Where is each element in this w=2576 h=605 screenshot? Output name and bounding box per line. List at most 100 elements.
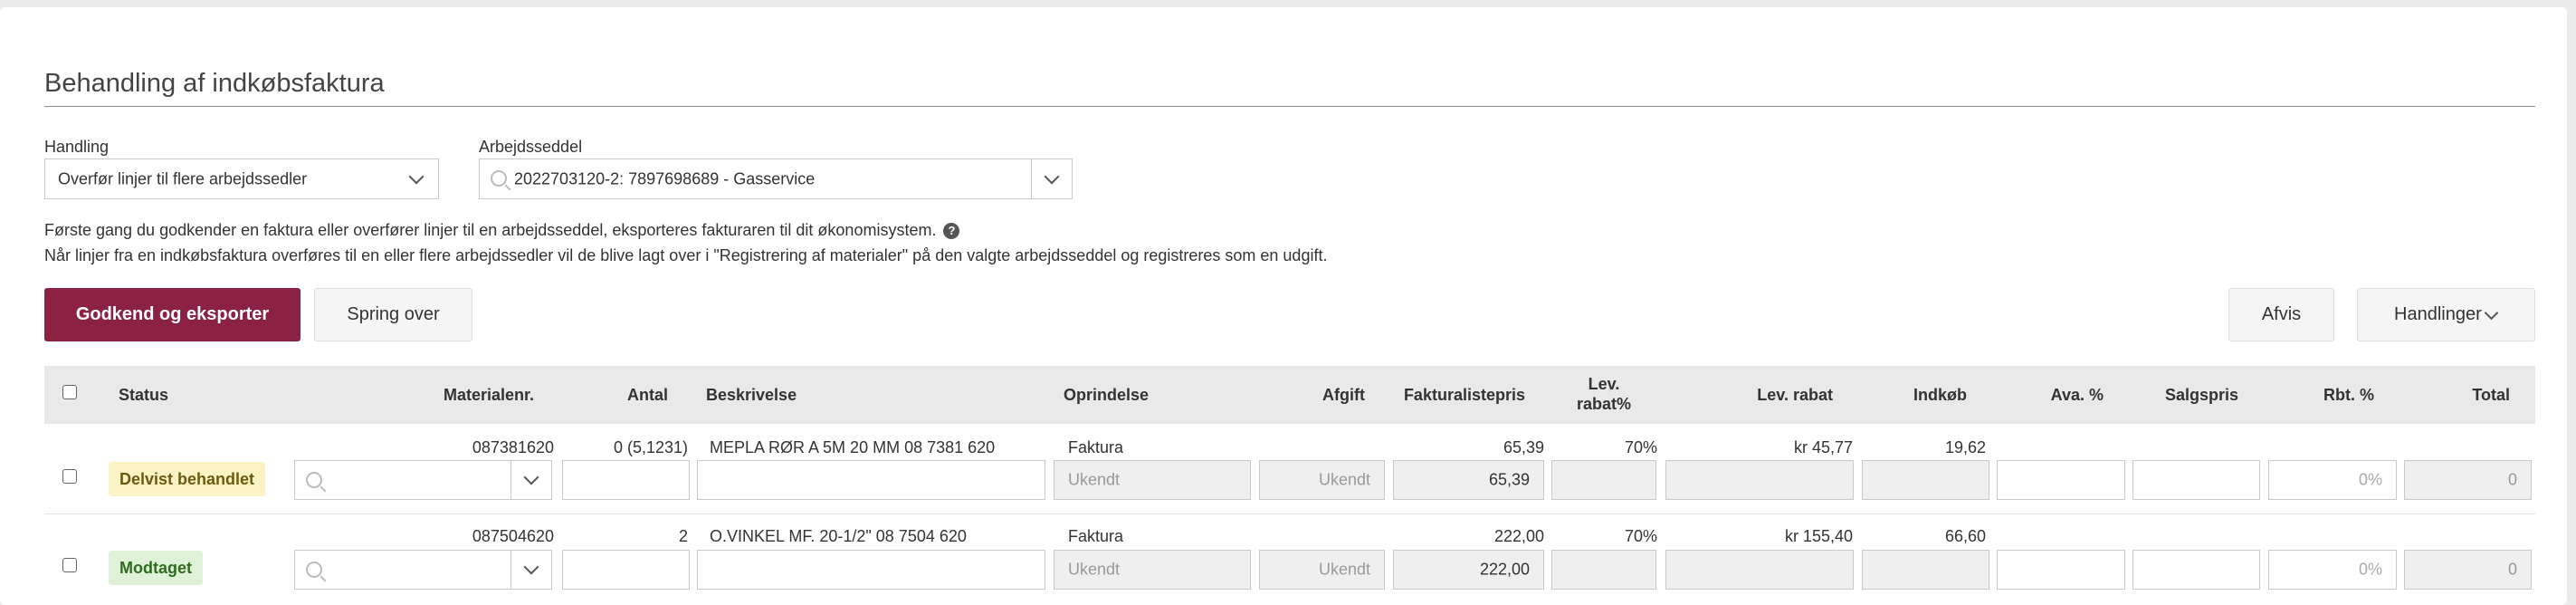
antal-input[interactable] <box>562 460 690 500</box>
cell-fakturalistepris: 222,00 <box>1493 527 1544 545</box>
lev-rabat-pct-input <box>1551 550 1656 590</box>
status-badge: Modtaget <box>109 551 203 585</box>
handling-label: Handling <box>44 138 110 156</box>
actions-button[interactable]: Handlinger <box>2357 288 2535 341</box>
afgift-input-value: Ukendt <box>1318 560 1370 579</box>
row-checkbox[interactable] <box>62 469 77 484</box>
material-search-combobox[interactable] <box>294 460 552 500</box>
select-all-checkbox[interactable] <box>62 385 77 399</box>
afgift-input-value: Ukendt <box>1318 470 1370 489</box>
antal-input[interactable] <box>562 550 690 590</box>
total-input: 0 <box>2404 460 2532 500</box>
col-beskrivelse: Beskrivelse <box>706 386 797 404</box>
handling-value: Overfør linjer til flere arbejdssedler <box>58 169 308 187</box>
combobox-divider <box>510 461 511 499</box>
cell-oprindelse: Faktura <box>1068 438 1124 456</box>
rbt-input[interactable]: 0% <box>2268 460 2397 500</box>
oprindelse-input: Ukendt <box>1054 460 1251 500</box>
chevron-down-icon[interactable] <box>523 469 539 485</box>
info-text-1: Første gang du godkender en faktura elle… <box>44 221 937 239</box>
combobox-divider <box>510 551 511 589</box>
afgift-input: Ukendt <box>1259 460 1385 500</box>
col-fakturalistepris: Fakturalistepris <box>1403 386 1525 404</box>
lev-rabat-input <box>1665 550 1854 590</box>
arbejdsseddel-value: 2022703120-2: 7897698689 - Gasservice <box>514 169 816 187</box>
info-line-1: Første gang du godkender en faktura elle… <box>44 221 960 240</box>
col-materialenr: Materialenr. <box>443 386 534 404</box>
col-salgspris: Salgspris <box>2164 386 2238 404</box>
oprindelse-input-value: Ukendt <box>1068 560 1121 579</box>
cell-materialenr: 087504620 <box>472 527 554 545</box>
cell-lev-rabat-pct: 70% <box>1624 527 1657 545</box>
page-title: Behandling af indkøbsfaktura <box>44 69 385 98</box>
fakturalistepris-input-value: 65,39 <box>1488 470 1530 489</box>
col-lev-rabat-pct-line1: Lev. <box>1588 375 1620 393</box>
col-indkob: Indkøb <box>1913 386 1967 404</box>
cell-indkob: 19,62 <box>1944 438 1986 456</box>
col-total: Total <box>2472 386 2510 404</box>
chevron-down-icon <box>2484 305 2499 321</box>
salgspris-input[interactable] <box>2132 550 2260 590</box>
row-checkbox[interactable] <box>62 558 77 572</box>
indkob-input <box>1862 460 1989 500</box>
rbt-input[interactable]: 0% <box>2268 550 2397 590</box>
col-rbt: Rbt. % <box>2323 386 2374 404</box>
chevron-down-icon <box>408 168 425 185</box>
cell-lev-rabat: kr 155,40 <box>1784 527 1853 545</box>
chevron-down-icon[interactable] <box>523 559 539 575</box>
search-icon <box>306 562 322 578</box>
search-icon <box>491 170 507 187</box>
cell-indkob: 66,60 <box>1944 527 1986 545</box>
afgift-input: Ukendt <box>1259 550 1385 590</box>
approve-export-button[interactable]: Godkend og eksporter <box>44 288 301 341</box>
cell-oprindelse: Faktura <box>1068 527 1124 545</box>
ava-input[interactable] <box>1997 460 2125 500</box>
actions-label: Handlinger <box>2394 304 2482 324</box>
col-lev-rabat-pct: Lev. rabat% <box>1550 374 1658 414</box>
chevron-down-icon[interactable] <box>1044 168 1060 185</box>
handling-select[interactable]: Overfør linjer til flere arbejdssedler <box>44 158 439 199</box>
fakturalistepris-input-value: 222,00 <box>1479 560 1530 579</box>
col-lev-rabat: Lev. rabat <box>1757 386 1833 404</box>
col-afgift: Afgift <box>1322 386 1365 404</box>
total-input: 0 <box>2404 550 2532 590</box>
cell-beskrivelse: O.VINKEL MF. 20-1/2" 08 7504 620 <box>710 527 967 545</box>
search-icon <box>306 472 322 488</box>
lev-rabat-input <box>1665 460 1854 500</box>
material-search-combobox[interactable] <box>294 550 552 590</box>
cell-lev-rabat: kr 45,77 <box>1793 438 1853 456</box>
cell-antal: 0 (5,1231) <box>613 438 688 456</box>
reject-button[interactable]: Afvis <box>2228 288 2334 341</box>
col-ava: Ava. % <box>2050 386 2104 404</box>
title-divider <box>44 106 2535 107</box>
help-icon[interactable]: ? <box>943 223 960 239</box>
table-header <box>44 366 2535 424</box>
fakturalistepris-input: 222,00 <box>1393 550 1544 590</box>
indkob-input <box>1862 550 1989 590</box>
rbt-input-value: 0% <box>2358 470 2382 489</box>
info-line-2: Når linjer fra en indkøbsfaktura overfør… <box>44 246 1328 264</box>
lev-rabat-pct-input <box>1551 460 1656 500</box>
rbt-input-value: 0% <box>2358 560 2382 579</box>
combobox-divider <box>1031 159 1032 198</box>
fakturalistepris-input: 65,39 <box>1393 460 1544 500</box>
cell-materialenr: 087381620 <box>472 438 554 456</box>
col-lev-rabat-pct-line2: rabat% <box>1576 395 1632 413</box>
col-antal: Antal <box>627 386 668 404</box>
cell-antal: 2 <box>678 527 688 545</box>
total-input-value: 0 <box>2507 470 2517 489</box>
arbejdsseddel-combobox[interactable]: 2022703120-2: 7897698689 - Gasservice <box>479 158 1073 199</box>
arbejdsseddel-label: Arbejdsseddel <box>479 138 583 156</box>
beskrivelse-input[interactable] <box>697 460 1045 500</box>
ava-input[interactable] <box>1997 550 2125 590</box>
cell-fakturalistepris: 65,39 <box>1503 438 1544 456</box>
oprindelse-input: Ukendt <box>1054 550 1251 590</box>
salgspris-input[interactable] <box>2132 460 2260 500</box>
cell-lev-rabat-pct: 70% <box>1624 438 1657 456</box>
beskrivelse-input[interactable] <box>697 550 1045 590</box>
cell-beskrivelse: MEPLA RØR A 5M 20 MM 08 7381 620 <box>710 438 996 456</box>
oprindelse-input-value: Ukendt <box>1068 470 1121 489</box>
skip-button[interactable]: Spring over <box>314 288 472 341</box>
col-oprindelse: Oprindelse <box>1064 386 1150 404</box>
status-badge: Delvist behandlet <box>109 462 266 496</box>
